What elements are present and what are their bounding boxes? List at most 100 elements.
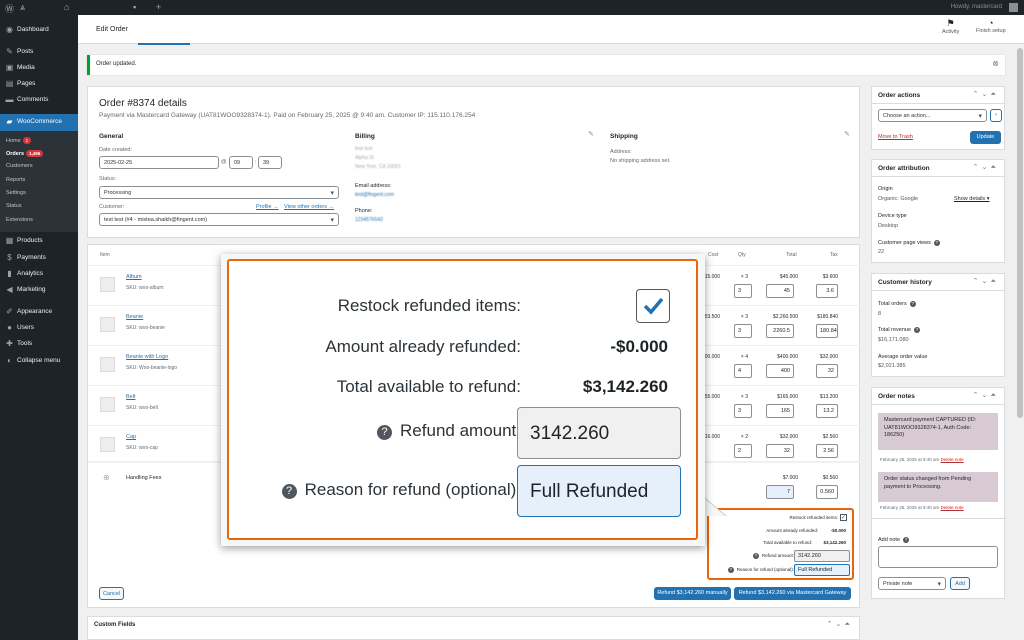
view-other-orders-link[interactable]: View other orders →	[284, 204, 334, 210]
submenu-reports[interactable]: Reports	[6, 177, 25, 183]
edit-billing-pencil-icon[interactable]: ✎	[588, 130, 594, 138]
box-controls-icon[interactable]: ⌃⌄⏶	[973, 163, 999, 172]
shipping-address-value: No shipping address set.	[610, 158, 671, 164]
item-name-link[interactable]: Belt	[126, 394, 135, 400]
menu-item-tools[interactable]: ✚ Tools	[0, 336, 78, 352]
menu-item-collapse[interactable]: ◐ Collapse menu	[0, 353, 78, 369]
users-icon: ●	[7, 323, 12, 332]
minute-input[interactable]: 39	[258, 156, 282, 169]
edit-shipping-pencil-icon[interactable]: ✎	[844, 130, 850, 138]
refund-tax-input[interactable]: 3.6	[816, 284, 838, 298]
item-name-link[interactable]: Beanie	[126, 314, 143, 320]
new-content-icon[interactable]: +	[156, 2, 161, 12]
box-controls-icon[interactable]: ⌃⌄⏶	[973, 277, 999, 286]
date-created-input[interactable]: 2025-02-25	[99, 156, 219, 169]
refund-total-input[interactable]: 45	[766, 284, 794, 298]
submenu-home[interactable]: Home 1	[6, 137, 32, 144]
date-created-label: Date created:	[99, 147, 133, 153]
finish-setup-button[interactable]: ◔ Finish setup	[976, 18, 1006, 34]
menu-item-dashboard[interactable]: ◉ Dashboard	[0, 22, 78, 38]
menu-item-comments[interactable]: ▬ Comments	[0, 92, 78, 108]
page-scrollbar[interactable]	[1016, 44, 1024, 640]
item-name-link[interactable]: Cap	[126, 434, 136, 440]
item-name-link[interactable]: Album	[126, 274, 142, 280]
restock-checkbox[interactable]	[636, 289, 670, 323]
submenu-status[interactable]: Status	[6, 203, 22, 209]
profile-link[interactable]: Profile →	[256, 204, 279, 210]
notes-divider	[872, 518, 1006, 519]
refund-tax-input[interactable]: 13.2	[816, 404, 838, 418]
refund-via-gateway-button[interactable]: Refund $3,142.260 via Mastercard Gateway	[734, 587, 851, 600]
move-to-trash-link[interactable]: Move to Trash	[878, 134, 913, 140]
menu-item-analytics[interactable]: ▮ Analytics	[0, 266, 78, 282]
customer-select[interactable]: test test (#4 - mistea.shaikh@fingent.co…	[99, 213, 339, 226]
menu-item-products[interactable]: ▦ Products	[0, 233, 78, 249]
refund-qty-input[interactable]: 4	[734, 364, 752, 378]
refund-amount-input[interactable]: 3142.260	[517, 407, 681, 459]
refund-total-input[interactable]: 400	[766, 364, 794, 378]
restock-checkbox-small[interactable]: ✓	[840, 514, 847, 521]
menu-item-users[interactable]: ● Users	[0, 320, 78, 336]
fee-refund-total-input[interactable]: 7	[766, 485, 794, 499]
refund-total-input[interactable]: 2260.5	[766, 324, 794, 338]
add-note-button[interactable]: Add	[950, 577, 970, 590]
apply-action-icon[interactable]: ›	[990, 109, 1002, 122]
refund-total-input[interactable]: 165	[766, 404, 794, 418]
submenu-extensions[interactable]: Extensions	[6, 217, 33, 223]
refund-tax-input[interactable]: 2.56	[816, 444, 838, 458]
submenu-orders[interactable]: Orders 1,496	[6, 150, 44, 157]
delete-note-link[interactable]: Delete note	[941, 457, 964, 462]
box-controls-icon[interactable]: ⌃⌄⏶	[827, 620, 853, 629]
refund-amount-input-small[interactable]: 3142.260	[794, 550, 850, 562]
menu-item-media[interactable]: ▣ Media	[0, 60, 78, 76]
menu-item-pages[interactable]: ▤ Pages	[0, 76, 78, 92]
refund-qty-input[interactable]: 2	[734, 444, 752, 458]
activity-button[interactable]: ⚑ Activity	[942, 18, 959, 35]
menu-item-woocommerce[interactable]: ▰ WooCommerce	[0, 114, 78, 131]
order-action-select[interactable]: Choose an action...	[878, 109, 987, 122]
refund-amount-label: ? Refund amount:	[221, 421, 521, 441]
refund-qty-input[interactable]: 3	[734, 324, 752, 338]
howdy-text[interactable]: Howdy, mastercard	[951, 4, 1002, 10]
billing-address-line: New York, CA 10001	[355, 164, 401, 170]
menu-item-appearance[interactable]: ✐ Appearance	[0, 304, 78, 320]
refund-qty-input[interactable]: 3	[734, 404, 752, 418]
item-name-link[interactable]: Beanie with Logo	[126, 354, 168, 360]
show-details-link[interactable]: Show details ▾	[954, 196, 989, 202]
comments-icon: ▬	[5, 95, 14, 104]
scrollbar-thumb[interactable]	[1017, 48, 1023, 418]
refund-tax-input[interactable]: 180.84	[816, 324, 838, 338]
menu-item-posts[interactable]: ✎ Posts	[0, 44, 78, 60]
comments-icon[interactable]: ▪	[133, 2, 136, 12]
menu-item-marketing[interactable]: ◀ Marketing	[0, 282, 78, 298]
note-type-select[interactable]: Private note	[878, 577, 946, 590]
avatar[interactable]	[1009, 3, 1018, 12]
wordpress-logo-icon[interactable]: Ⓦ	[5, 2, 14, 15]
box-controls-icon[interactable]: ⌃⌄⏶	[973, 90, 999, 99]
col-total: Total	[786, 252, 797, 258]
billing-phone-link[interactable]: 1234576543	[355, 217, 383, 223]
billing-email-link[interactable]: test@fingent.com	[355, 192, 394, 198]
billing-address-line: Alpha St	[355, 155, 374, 161]
refund-qty-input[interactable]: 3	[734, 284, 752, 298]
refund-total-input[interactable]: 32	[766, 444, 794, 458]
refund-reason-input[interactable]: Full Refunded	[517, 465, 681, 517]
submenu-settings[interactable]: Settings	[6, 190, 26, 196]
hour-input[interactable]: 09	[229, 156, 253, 169]
fee-refund-tax-input[interactable]: 0.560	[816, 485, 838, 499]
delete-note-link[interactable]: Delete note	[941, 505, 964, 510]
box-controls-icon[interactable]: ⌃⌄⏶	[973, 391, 999, 400]
status-select[interactable]: Processing	[99, 186, 339, 199]
dismiss-icon[interactable]: ⊗	[992, 59, 999, 68]
refund-manually-button[interactable]: Refund $3,142.260 manually	[654, 587, 731, 600]
update-button[interactable]: Update	[970, 131, 1001, 144]
home-icon[interactable]: ⌂	[64, 2, 69, 12]
refund-tax-input[interactable]: 32	[816, 364, 838, 378]
refund-reason-input-small[interactable]: Full Refunded	[794, 564, 850, 576]
menu-item-payments[interactable]: $ Payments	[0, 250, 78, 266]
order-notes-box: Order notes ⌃⌄⏶ Mastercard payment CAPTUR…	[871, 387, 1006, 599]
submenu-customers[interactable]: Customers	[6, 163, 33, 169]
cancel-button[interactable]: Cancel	[99, 587, 124, 600]
my-sites-icon[interactable]: ⩓	[20, 2, 25, 13]
add-note-textarea[interactable]	[878, 546, 998, 568]
